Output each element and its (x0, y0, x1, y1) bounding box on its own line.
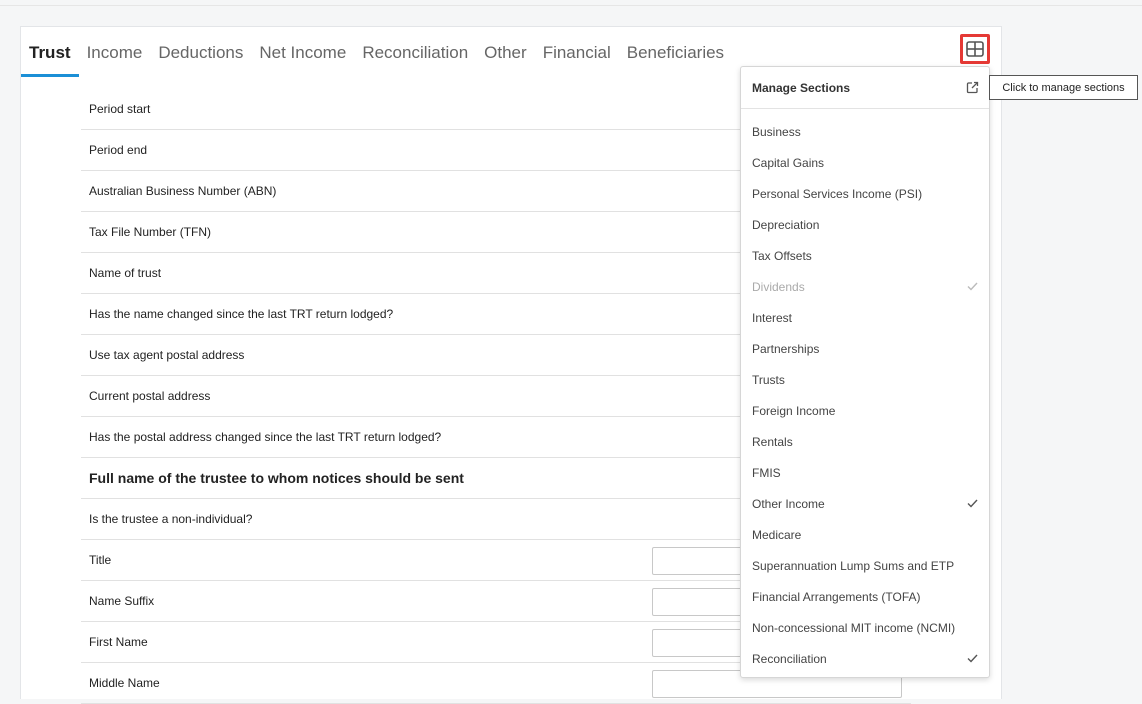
field-label: Name of trust (89, 266, 162, 280)
section-item-label: Medicare (752, 527, 802, 542)
section-item-label: Financial Arrangements (TOFA) (752, 589, 921, 604)
section-item-ncmi[interactable]: Non-concessional MIT income (NCMI) (741, 612, 989, 643)
section-item-business[interactable]: Business (741, 116, 989, 147)
section-tabs: Trust Income Deductions Net Income Recon… (21, 27, 732, 77)
field-label: Has the name changed since the last TRT … (89, 307, 394, 321)
tab-other[interactable]: Other (476, 27, 535, 75)
section-item-label: Other Income (752, 496, 825, 511)
field-label: Is the trustee a non-individual? (89, 512, 253, 526)
section-item-interest[interactable]: Interest (741, 302, 989, 333)
tab-beneficiaries[interactable]: Beneficiaries (619, 27, 732, 75)
section-item-capital-gains[interactable]: Capital Gains (741, 147, 989, 178)
manage-sections-title: Manage Sections (752, 80, 851, 95)
section-item-depreciation[interactable]: Depreciation (741, 209, 989, 240)
section-item-label: Business (752, 124, 801, 139)
section-item-label: Partnerships (752, 341, 820, 356)
field-label: First Name (89, 635, 148, 649)
section-item-partnerships[interactable]: Partnerships (741, 333, 989, 364)
tab-trust[interactable]: Trust (21, 27, 79, 77)
section-item-reconciliation[interactable]: Reconciliation (741, 643, 989, 674)
section-item-label: Foreign Income (752, 403, 836, 418)
field-label: Australian Business Number (ABN) (89, 184, 277, 198)
field-label: Period end (89, 143, 148, 157)
check-icon (966, 281, 978, 293)
field-label: Use tax agent postal address (89, 348, 245, 362)
manage-sections-dropdown: Manage Sections Business Capital Gains P… (740, 66, 990, 678)
check-icon (966, 498, 978, 510)
section-item-label: Capital Gains (752, 155, 825, 170)
grid-icon (966, 41, 984, 57)
field-label: Period start (89, 102, 151, 116)
check-icon (966, 653, 978, 665)
section-heading: Full name of the trustee to whom notices… (89, 470, 464, 486)
section-item-dividends[interactable]: Dividends (741, 271, 989, 302)
field-label: Middle Name (89, 676, 160, 690)
section-item-label: Interest (752, 310, 793, 325)
section-item-label: Tax Offsets (752, 248, 812, 263)
tab-financial[interactable]: Financial (535, 27, 619, 75)
section-item-label: Non-concessional MIT income (NCMI) (752, 620, 956, 635)
section-item-superannuation[interactable]: Superannuation Lump Sums and ETP (741, 550, 989, 581)
manage-sections-button[interactable] (960, 34, 990, 64)
section-item-label: FMIS (752, 465, 781, 480)
field-label: Has the postal address changed since the… (89, 430, 442, 444)
section-item-label: Rentals (752, 434, 793, 449)
field-label: Title (89, 553, 112, 567)
top-divider (0, 5, 1142, 6)
section-item-label: Reconciliation (752, 651, 827, 666)
section-item-tofa[interactable]: Financial Arrangements (TOFA) (741, 581, 989, 612)
tab-income[interactable]: Income (79, 27, 151, 75)
section-item-psi[interactable]: Personal Services Income (PSI) (741, 178, 989, 209)
tab-deductions[interactable]: Deductions (150, 27, 251, 75)
section-item-label: Trusts (752, 372, 785, 387)
section-item-label: Superannuation Lump Sums and ETP (752, 558, 955, 573)
section-list: Business Capital Gains Personal Services… (741, 109, 989, 674)
external-link-icon[interactable] (966, 81, 979, 94)
section-item-rentals[interactable]: Rentals (741, 426, 989, 457)
section-item-fmis[interactable]: FMIS (741, 457, 989, 488)
tab-reconciliation[interactable]: Reconciliation (354, 27, 476, 75)
field-label: Name Suffix (89, 594, 155, 608)
section-item-medicare[interactable]: Medicare (741, 519, 989, 550)
section-item-foreign-income[interactable]: Foreign Income (741, 395, 989, 426)
section-item-tax-offsets[interactable]: Tax Offsets (741, 240, 989, 271)
section-item-label: Dividends (752, 279, 805, 294)
manage-sections-tooltip: Click to manage sections (989, 75, 1138, 100)
section-item-label: Personal Services Income (PSI) (752, 186, 923, 201)
section-item-other-income[interactable]: Other Income (741, 488, 989, 519)
manage-sections-header: Manage Sections (741, 67, 989, 109)
field-label: Tax File Number (TFN) (89, 225, 212, 239)
section-item-label: Depreciation (752, 217, 820, 232)
section-item-trusts[interactable]: Trusts (741, 364, 989, 395)
field-label: Current postal address (89, 389, 211, 403)
tab-net-income[interactable]: Net Income (251, 27, 354, 75)
